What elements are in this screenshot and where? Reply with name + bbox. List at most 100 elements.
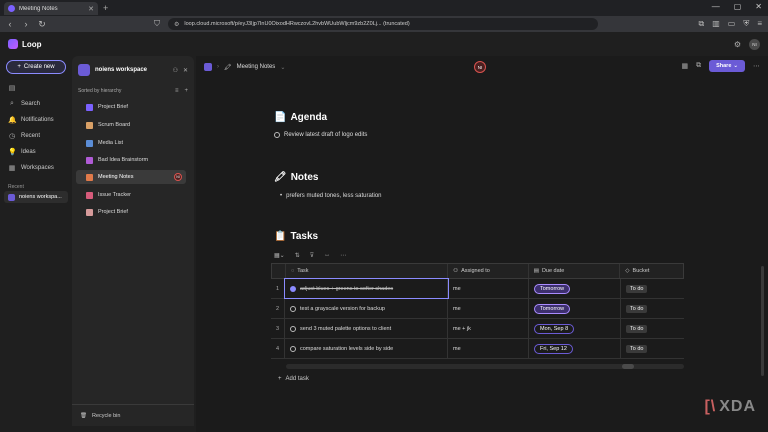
maximize-button[interactable]: ▢ [734, 2, 742, 11]
site-info-icon[interactable]: ⚙ [174, 21, 179, 28]
task-cell[interactable]: send 3 muted palette options to client [285, 319, 448, 338]
table-row[interactable]: 1 adjust blues + greens to softer shades… [271, 278, 684, 299]
close-window-button[interactable]: ✕ [755, 2, 762, 11]
sidebar-icon[interactable]: ▥ [712, 19, 720, 29]
sort-icon[interactable]: ⇅ [295, 252, 300, 259]
rail-item-workspaces[interactable]: ▦ Workspaces [8, 164, 54, 172]
share-button[interactable]: Share ⌄ [709, 60, 745, 72]
column-header-due[interactable]: ▤ Due date [529, 264, 621, 278]
panel-toggle-icon: ▤ [8, 85, 16, 92]
create-new-button[interactable]: + Create new [6, 60, 66, 74]
new-tab-button[interactable]: + [103, 3, 108, 13]
column-header-assigned[interactable]: ⚇ Assigned to [448, 264, 529, 278]
assigned-cell[interactable]: me [448, 279, 529, 298]
browser-tab[interactable]: Meeting Notes ✕ [4, 2, 98, 15]
more-options-icon[interactable]: ⋯ [753, 62, 760, 70]
rail-collapse[interactable]: ▤ [8, 84, 16, 92]
checkbox-circle-icon[interactable] [290, 305, 296, 312]
xda-watermark: [\ XDA [704, 398, 756, 416]
assigned-cell[interactable]: me [448, 299, 529, 318]
workspace-crumb-icon[interactable] [204, 63, 212, 71]
collaborator-avatar[interactable]: NI [474, 61, 486, 73]
table-view-icon[interactable]: ▦⌄ [274, 252, 285, 259]
collaborator-badge: NI [174, 173, 182, 181]
rail-item-notifications[interactable]: 🔔 Notifications [8, 116, 54, 124]
task-cell[interactable]: adjust blues + greens to softer shades [284, 278, 449, 299]
filter-icon[interactable]: ≡ [175, 88, 179, 94]
column-width-icon[interactable]: ↔ [324, 252, 330, 259]
column-header-bucket[interactable]: ◇ Bucket [620, 264, 683, 278]
table-horizontal-scrollbar[interactable] [286, 364, 684, 369]
reload-icon[interactable]: ↻ [38, 19, 46, 30]
shield-icon[interactable]: ⛨ [743, 19, 749, 29]
recent-workspace-item[interactable]: noiens workspa... [4, 191, 68, 203]
wallet-icon[interactable]: ▭ [728, 19, 736, 29]
minimize-button[interactable]: — [712, 2, 720, 11]
menu-icon[interactable]: ≡ [757, 19, 762, 29]
add-page-icon[interactable]: + [184, 88, 188, 94]
scrollbar-thumb[interactable] [622, 364, 634, 369]
rail-item-recent[interactable]: ◷ Recent [8, 132, 40, 140]
assigned-cell[interactable]: me [448, 339, 529, 358]
agenda-item-text[interactable]: Review latest draft of logo edits [284, 132, 367, 138]
completed-check-icon[interactable] [290, 285, 296, 292]
workspace-avatar[interactable] [78, 64, 90, 76]
breadcrumb-page-title[interactable]: Meeting Notes [237, 64, 276, 70]
column-header-label: Task [297, 268, 309, 274]
filter-icon[interactable]: ⊽ [310, 252, 314, 259]
chevron-down-icon[interactable]: ⌄ [280, 64, 285, 71]
due-date-cell[interactable]: Mon, Sep 8 [529, 319, 621, 338]
rail-item-ideas[interactable]: 💡 Ideas [8, 148, 36, 156]
page-label: Issue Tracker [98, 192, 132, 198]
checkbox-circle-icon[interactable] [290, 345, 296, 352]
bucket-cell[interactable]: To do [621, 299, 684, 318]
rail-item-label: Search [21, 101, 41, 107]
column-header-label: Assigned to [461, 268, 490, 274]
back-icon[interactable]: ‹ [6, 19, 14, 29]
task-cell[interactable]: compare saturation levels side by side [285, 339, 448, 358]
checkbox-circle-icon[interactable] [274, 132, 280, 138]
due-date-cell[interactable]: Tomorrow [529, 299, 621, 318]
page-item-project-brief-2[interactable]: Project Brief [76, 205, 186, 219]
page-icon [86, 103, 93, 111]
rail-item-search[interactable]: ⌕ Search [8, 100, 40, 108]
bucket-cell[interactable]: To do [621, 319, 684, 338]
recycle-bin-label: Recycle bin [91, 412, 121, 419]
table-row[interactable]: 2 test a grayscale version for backup me… [271, 299, 684, 319]
bucket-cell[interactable]: To do [621, 339, 684, 358]
table-row[interactable]: 3 send 3 muted palette options to client… [271, 319, 684, 339]
workspace-members-icon[interactable]: ⚇ [173, 67, 178, 74]
recycle-bin[interactable]: 🗑 Recycle bin [72, 404, 194, 426]
page-vertical-scrollbar[interactable] [761, 266, 764, 376]
checkbox-circle-icon[interactable] [290, 325, 296, 332]
user-avatar[interactable]: NI [749, 39, 760, 50]
more-options-icon[interactable]: ⋯ [340, 252, 346, 259]
notes-bullet-item[interactable]: prefers muted tones, less saturation [280, 193, 381, 199]
add-task-button[interactable]: + Add task [278, 376, 309, 382]
bookmark-icon[interactable]: ⛉ [154, 19, 160, 29]
page-item-issue-tracker[interactable]: Issue Tracker [76, 188, 186, 202]
main-content: › 🖍 Meeting Notes ⌄ NI ▦ ⧉ Share ⌄ ⋯ 📄 A… [196, 56, 768, 432]
bucket-pill: To do [626, 304, 648, 313]
bucket-cell[interactable]: To do [621, 279, 684, 298]
apps-grid-icon[interactable]: ▦ [681, 62, 688, 70]
task-cell[interactable]: test a grayscale version for backup [285, 299, 448, 318]
page-item-media-list[interactable]: Media List [76, 136, 186, 150]
forward-icon[interactable]: › [22, 19, 30, 29]
page-item-project-brief[interactable]: Project Brief [76, 100, 186, 114]
table-row[interactable]: 4 compare saturation levels side by side… [271, 339, 684, 359]
close-tab-icon[interactable]: ✕ [88, 5, 94, 13]
copy-icon[interactable]: ⧉ [696, 62, 701, 70]
address-bar[interactable]: ⚙ loop.cloud.microsoft/p/eyJ3Ijp7InU0Oix… [168, 18, 598, 30]
page-item-meeting-notes[interactable]: Meeting Notes NI [76, 170, 186, 184]
due-date-cell[interactable]: Fri, Sep 12 [529, 339, 621, 358]
page-item-scrum-board[interactable]: Scrum Board [76, 118, 186, 132]
assigned-cell[interactable]: me + jk [448, 319, 529, 338]
extensions-icon[interactable]: ⧉ [698, 19, 704, 29]
close-pane-icon[interactable]: ✕ [183, 67, 188, 74]
column-header-task[interactable]: ◌ Task [286, 264, 449, 278]
due-date-cell[interactable]: Tomorrow [529, 279, 621, 298]
page-item-bad-idea-brainstorm[interactable]: Bad Idea Brainstorm [76, 153, 186, 167]
workspace-title[interactable]: noiens workspace [95, 67, 168, 73]
settings-gear-icon[interactable]: ⚙ [734, 40, 741, 49]
